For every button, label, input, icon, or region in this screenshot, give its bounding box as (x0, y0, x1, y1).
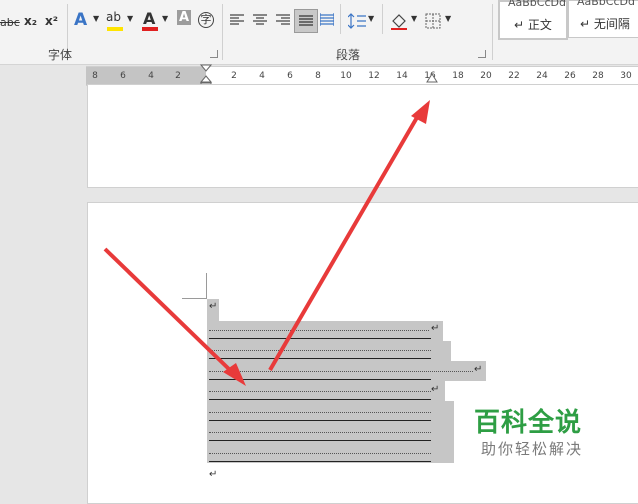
watermark-title: 百科全说 (474, 408, 583, 438)
watermark-subtitle: 助你轻松解决 (481, 440, 584, 458)
arrow-to-ruler-line (268, 112, 421, 372)
arrow-to-text-line (103, 247, 234, 374)
